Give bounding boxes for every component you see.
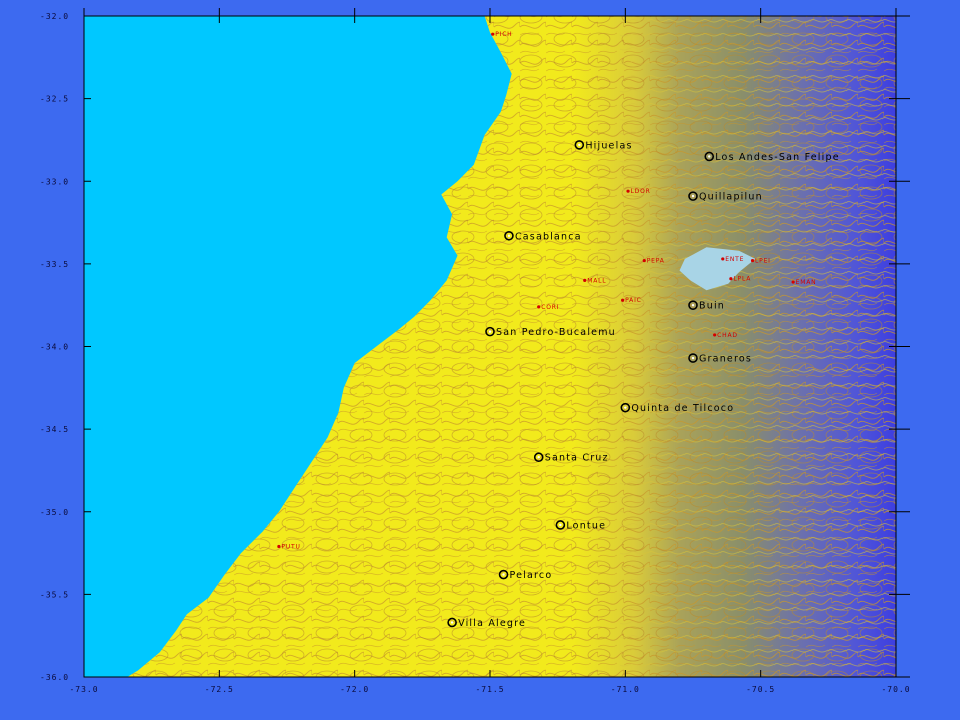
station-label: PEPA [647, 258, 665, 265]
station-label: PAIC [625, 297, 642, 304]
city-label: Casablanca [515, 231, 582, 242]
city-label: Santa Cruz [545, 453, 609, 464]
city-label: Graneros [699, 354, 752, 365]
station-point-icon [583, 278, 587, 282]
station-point-icon [713, 333, 717, 337]
station-label: PUTU [281, 543, 300, 550]
station-marker[interactable]: LDOR [626, 188, 650, 195]
city-point-center [578, 143, 581, 147]
station-marker[interactable]: LPLA [729, 276, 751, 283]
x-tick-label: -72.5 [205, 685, 234, 694]
city-point-center [507, 234, 511, 237]
station-label: PICH [495, 31, 512, 38]
city-label: San Pedro-Bucalemu [496, 327, 616, 338]
map-stage: -32.0 -32.5 -33.0 -33.5 -34.0 -34.5 -35.0 -35.5… [0, 0, 960, 720]
station-label: LPLA [733, 276, 751, 283]
station-label: CORI [541, 304, 559, 311]
y-tick-label: -34.0 [40, 343, 69, 352]
station-label: LPEI [755, 258, 771, 265]
city-marker[interactable]: Santa Cruz [533, 452, 609, 464]
y-tick-label: -35.5 [40, 590, 69, 599]
city-point-center [624, 406, 627, 409]
station-point-icon [729, 277, 733, 281]
city-point-center [488, 330, 492, 333]
y-tick-label: -35.0 [40, 508, 69, 517]
station-marker[interactable]: EMAN [791, 279, 817, 286]
station-label: CHAD [717, 332, 738, 339]
station-point-icon [277, 544, 281, 549]
x-tick-label: -72.0 [340, 685, 369, 694]
city-marker[interactable]: San Pedro-Bucalemu [485, 326, 616, 338]
station-marker[interactable]: PEPA [642, 258, 665, 265]
city-marker[interactable]: Los Andes-San Felipe [704, 151, 840, 163]
city-label: Buin [699, 301, 725, 312]
y-tick-label: -34.5 [40, 425, 69, 434]
x-tick-label: -73.0 [69, 685, 98, 694]
y-tick-label: -36.0 [40, 673, 69, 682]
x-tick-label: -71.5 [475, 685, 504, 694]
y-tick-label: -33.0 [40, 177, 69, 186]
city-label: Villa Alegre [458, 618, 526, 629]
station-point-icon [750, 258, 755, 263]
station-label: LDOR [631, 188, 651, 195]
city-point-center [559, 523, 562, 527]
city-point-center [708, 155, 711, 158]
city-label: Lontue [566, 520, 606, 531]
city-point-center [450, 621, 454, 624]
x-tick-label: -70.5 [746, 685, 775, 694]
city-marker[interactable]: Graneros [688, 353, 752, 365]
station-label: MALL [587, 277, 606, 284]
station-label: ENTE [725, 256, 744, 263]
city-label: Pelarco [510, 570, 553, 581]
y-tick-label: -33.5 [40, 260, 69, 269]
city-point-center [537, 456, 540, 459]
city-marker[interactable]: Quinta de Tilcoco [620, 402, 734, 414]
y-tick-label: -32.5 [40, 95, 69, 104]
station-marker[interactable]: CHAD [713, 332, 738, 339]
city-label: Los Andes-San Felipe [715, 152, 840, 163]
city-label: Hijuelas [585, 140, 632, 151]
station-marker[interactable]: PICH [491, 31, 512, 38]
station-label: EMAN [796, 279, 817, 286]
station-point-icon [642, 258, 646, 263]
city-point-center [502, 573, 505, 576]
elevation-map: -32.0 -32.5 -33.0 -33.5 -34.0 -34.5 -35.0 -35.5… [40, 8, 910, 694]
city-marker[interactable]: Casablanca [504, 230, 582, 242]
station-point-icon [626, 189, 630, 193]
station-marker[interactable]: MALL [583, 277, 606, 284]
x-tick-label: -70.0 [881, 685, 910, 694]
city-label: Quinta de Tilcoco [631, 403, 734, 414]
y-tick-label: -32.0 [40, 12, 69, 21]
x-tick-label: -71.0 [611, 685, 640, 694]
station-point-icon [621, 298, 625, 302]
station-marker[interactable]: ENTE [721, 256, 744, 263]
city-marker[interactable]: Villa Alegre [447, 617, 526, 629]
station-point-icon [491, 32, 495, 36]
station-marker[interactable]: PUTU [277, 543, 300, 550]
station-point-icon [537, 305, 541, 309]
city-label: Quillapilun [699, 192, 763, 203]
mountain-ridges [620, 16, 896, 677]
station-marker[interactable]: CORI [537, 304, 559, 311]
city-point-center [691, 303, 695, 307]
city-marker[interactable]: Quillapilun [688, 191, 763, 203]
station-point-icon [791, 280, 795, 284]
city-point-center [691, 194, 695, 198]
city-point-center [691, 356, 695, 360]
station-point-icon [721, 257, 725, 261]
